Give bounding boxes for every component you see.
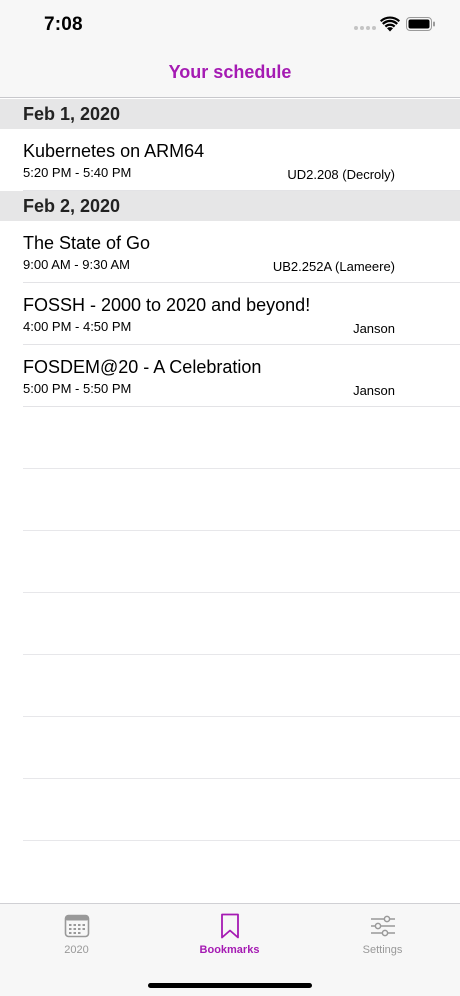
event-room: Janson [353, 383, 395, 398]
event-room: UB2.252A (Lameere) [272, 259, 395, 274]
event-row[interactable]: Kubernetes on ARM64 5:20 PM - 5:40 PM UD… [0, 129, 460, 191]
empty-row [0, 593, 460, 655]
section-header: Feb 2, 2020 [0, 191, 460, 221]
empty-row [0, 655, 460, 717]
event-row[interactable]: FOSDEM@20 - A Celebration 5:00 PM - 5:50… [0, 345, 460, 407]
sliders-icon [370, 915, 395, 937]
status-time: 7:08 [44, 14, 83, 35]
event-title: Kubernetes on ARM64 [23, 141, 205, 161]
empty-row [0, 779, 460, 841]
page-title: Your schedule [168, 62, 292, 82]
wifi-icon [380, 16, 400, 32]
event-room: Janson [353, 321, 395, 336]
event-room: UD2.208 (Decroly) [287, 167, 395, 182]
tab-label: 2020 [64, 944, 89, 956]
navigation-bar: Your schedule [0, 50, 460, 98]
event-title: FOSSH - 2000 to 2020 and beyond! [23, 295, 311, 315]
calendar-icon [64, 914, 89, 938]
event-time: 9:00 AM - 9:30 AM [23, 257, 130, 272]
tab-bar: 2020 Bookmarks Settings [0, 903, 460, 996]
home-indicator[interactable] [148, 983, 312, 988]
empty-row [0, 469, 460, 531]
empty-row [0, 717, 460, 779]
event-time: 5:00 PM - 5:50 PM [23, 381, 132, 396]
cellular-signal-icon [354, 26, 376, 30]
section-header: Feb 1, 2020 [0, 99, 460, 129]
schedule-list[interactable]: Feb 1, 2020 Kubernetes on ARM64 5:20 PM … [0, 99, 460, 841]
event-time: 4:00 PM - 4:50 PM [23, 319, 132, 334]
battery-icon [406, 17, 435, 31]
event-title: The State of Go [23, 233, 151, 253]
event-title: FOSDEM@20 - A Celebration [23, 357, 262, 377]
tab-settings[interactable]: Settings [306, 904, 459, 964]
tab-2020[interactable]: 2020 [0, 904, 153, 964]
tab-label: Settings [362, 944, 403, 956]
bookmark-icon [220, 913, 239, 939]
event-time: 5:20 PM - 5:40 PM [23, 165, 132, 180]
tab-label: Bookmarks [199, 944, 260, 956]
status-bar: 7:08 [0, 0, 460, 50]
event-row[interactable]: The State of Go 9:00 AM - 9:30 AM UB2.25… [0, 221, 460, 283]
empty-row [0, 407, 460, 469]
empty-row [0, 531, 460, 593]
event-row[interactable]: FOSSH - 2000 to 2020 and beyond! 4:00 PM… [0, 283, 460, 345]
tab-bookmarks[interactable]: Bookmarks [153, 904, 306, 964]
